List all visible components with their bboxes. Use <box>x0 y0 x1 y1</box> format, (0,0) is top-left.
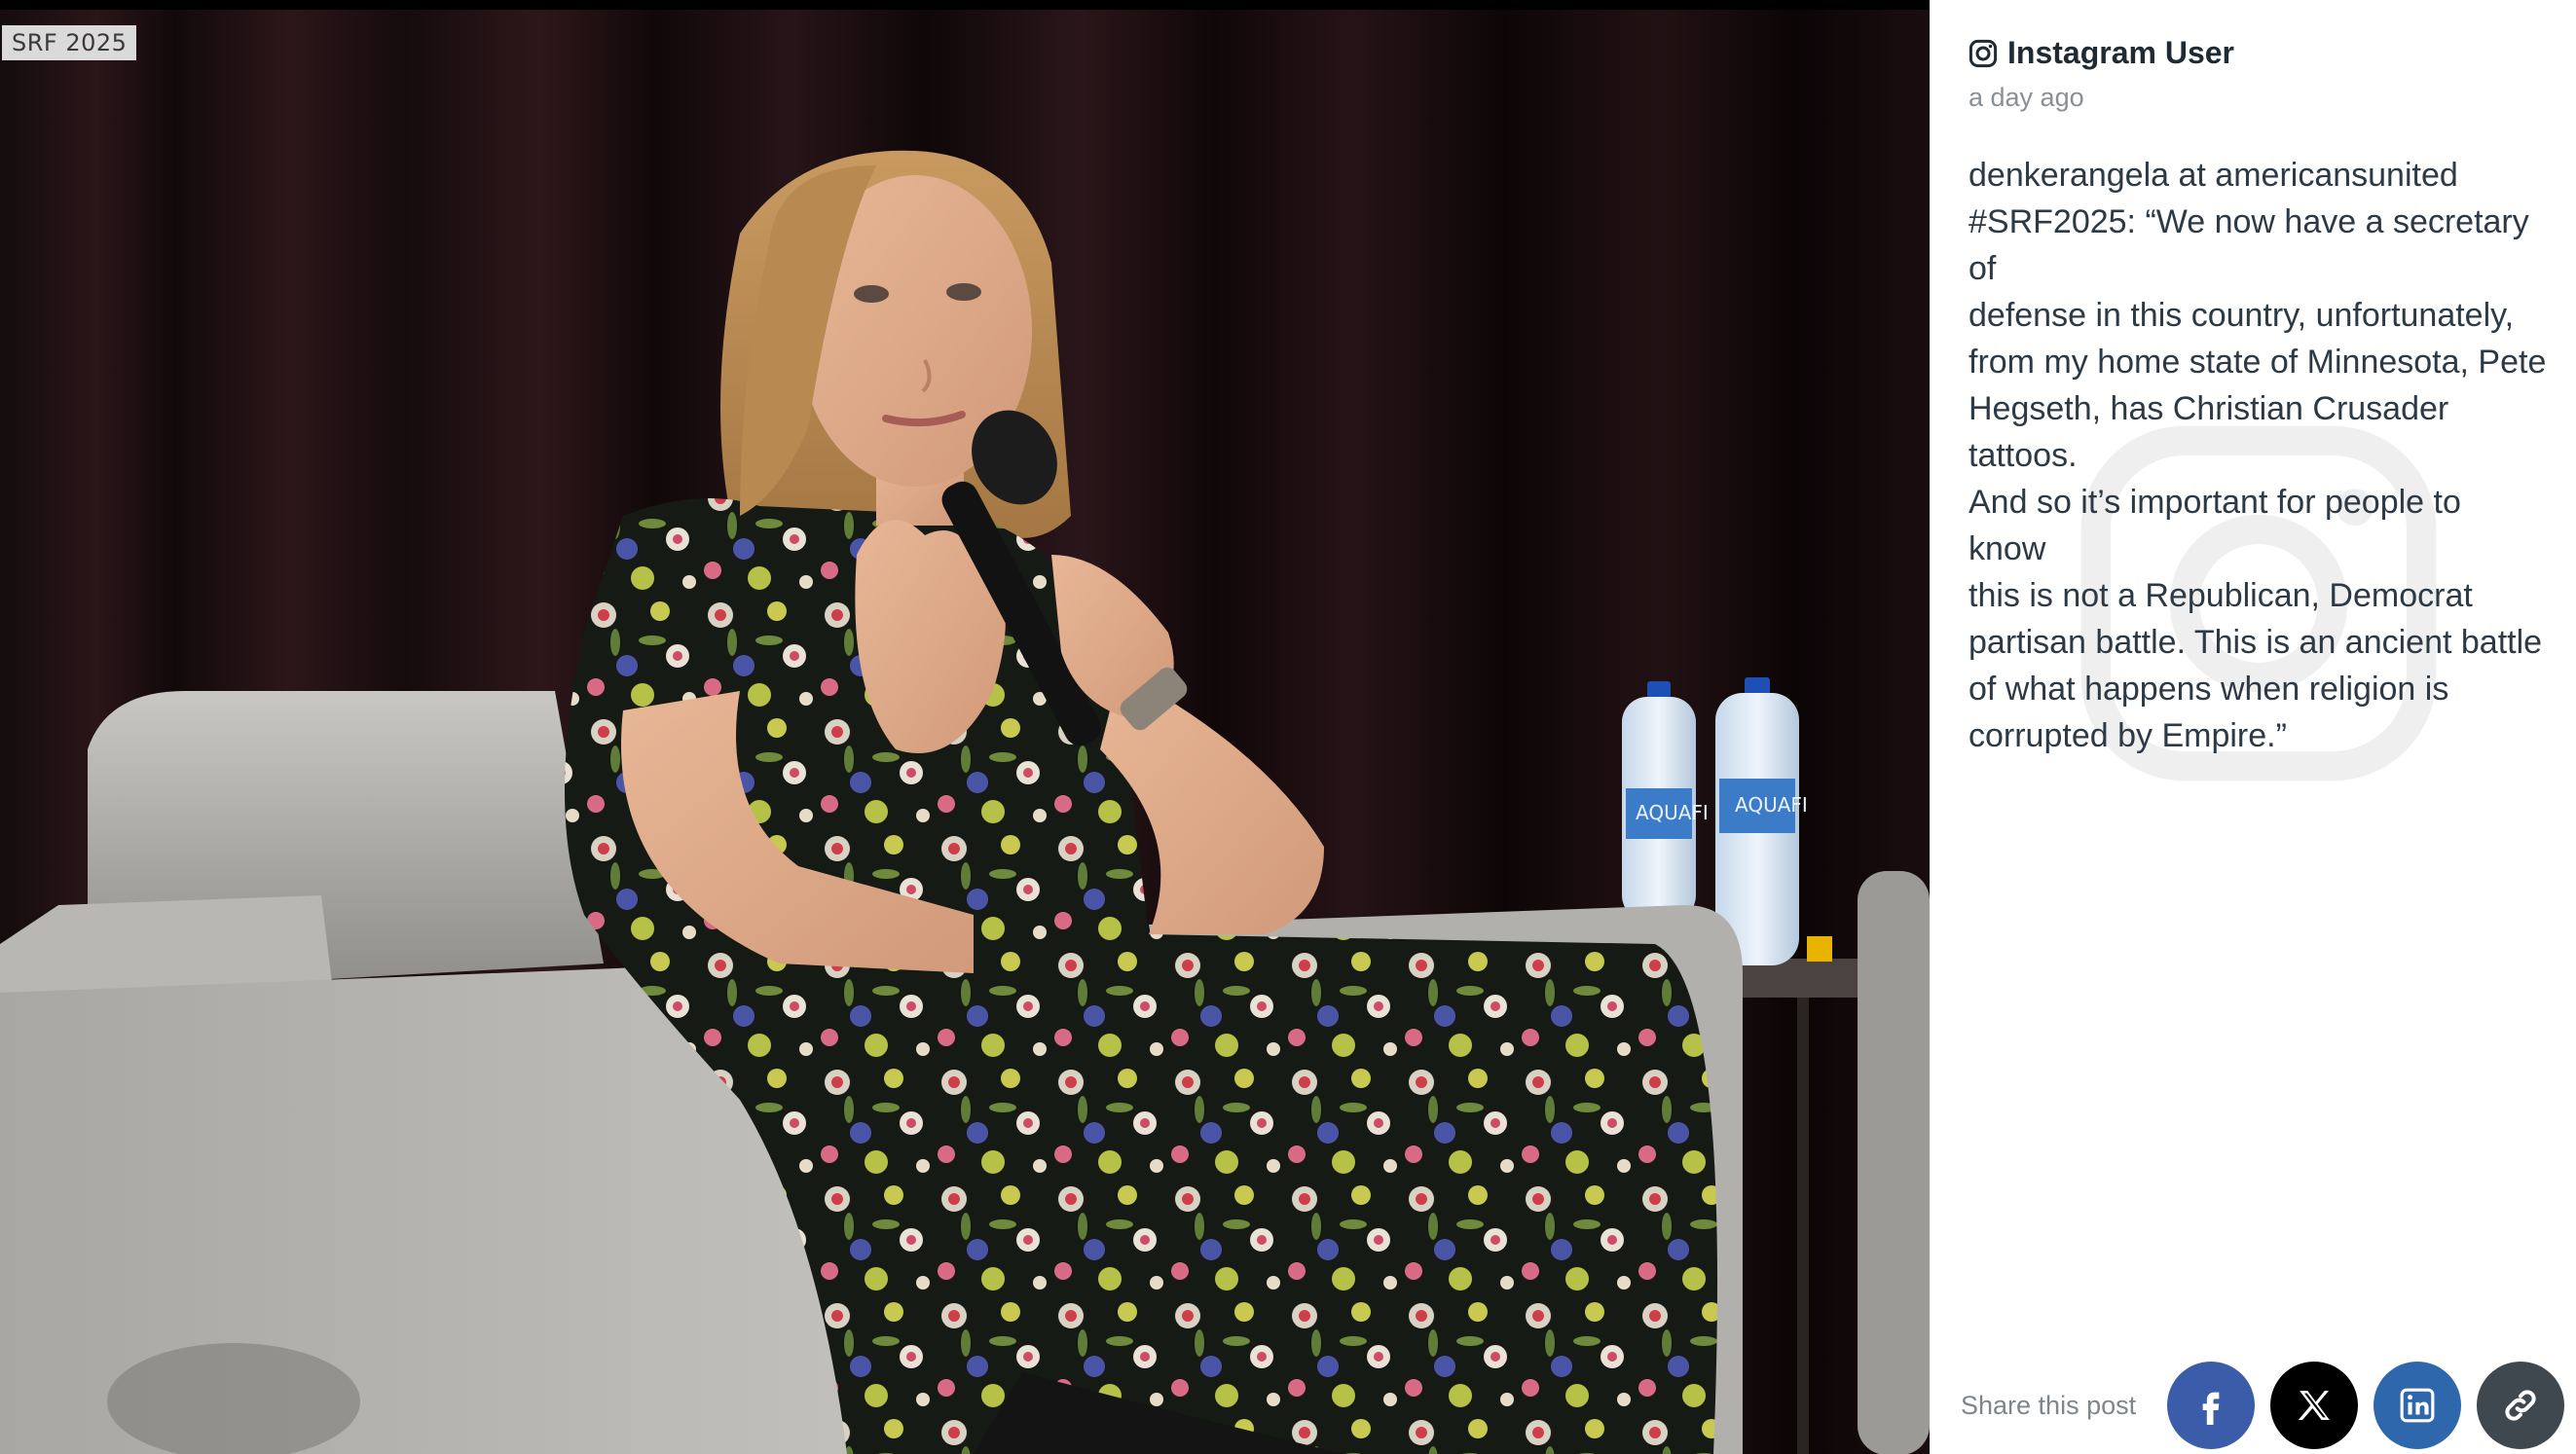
post-header: Instagram User a day ago <box>1969 35 2547 113</box>
post-viewer: AQUAFI AQUAFI SRF 2025 Instagram User a … <box>0 0 2576 1454</box>
svg-text:AQUAFI: AQUAFI <box>1735 793 1808 817</box>
linkedin-icon <box>2400 1388 2435 1423</box>
event-photo: AQUAFI AQUAFI <box>0 10 1930 1454</box>
svg-text:AQUAFI: AQUAFI <box>1636 801 1709 824</box>
photo-top-strip <box>0 0 1930 10</box>
post-sidebar: Instagram User a day ago denkerangela at… <box>1930 0 2576 1454</box>
share-label: Share this post <box>1961 1390 2137 1420</box>
author-row: Instagram User <box>1969 35 2547 71</box>
post-photo: AQUAFI AQUAFI SRF 2025 <box>0 0 1930 1454</box>
share-linkedin-button[interactable] <box>2374 1362 2462 1449</box>
share-facebook-button[interactable] <box>2167 1362 2256 1449</box>
copy-link-button[interactable] <box>2477 1362 2565 1449</box>
share-x-button[interactable] <box>2270 1362 2359 1449</box>
instagram-icon <box>1969 39 1998 67</box>
post-caption: denkerangela at americansunited #SRF2025… <box>1969 157 2547 754</box>
post-timestamp: a day ago <box>1969 83 2084 112</box>
author-name[interactable]: Instagram User <box>2007 35 2234 71</box>
link-icon <box>2505 1390 2536 1421</box>
share-bar: Share this post <box>1961 1361 2565 1450</box>
photo-label: SRF 2025 <box>2 25 137 60</box>
x-icon <box>2298 1391 2330 1420</box>
facebook-icon <box>2202 1392 2220 1425</box>
